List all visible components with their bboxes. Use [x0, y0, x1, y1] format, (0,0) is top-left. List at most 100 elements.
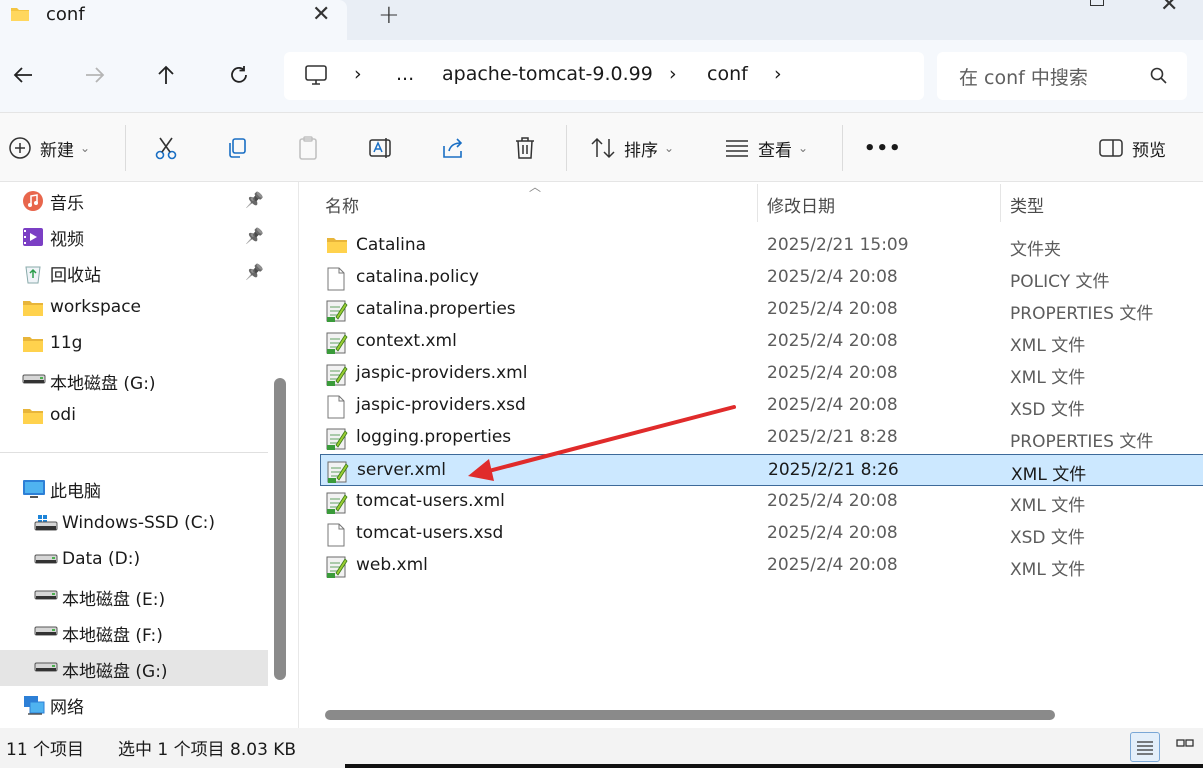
file-name: jaspic-providers.xml [356, 363, 528, 383]
view-button[interactable]: 查看 ⌄ [724, 133, 808, 163]
chevron-down-icon: ⌄ [80, 141, 91, 155]
address-bar[interactable]: › ... apache-tomcat-9.0.99 › conf › [284, 52, 924, 100]
sidebar-item-quick-access[interactable]: 回收站 📌 [0, 254, 268, 290]
sidebar-item-this-pc[interactable]: 此电脑 [0, 470, 268, 506]
tab-conf[interactable]: conf ✕ [0, 0, 347, 40]
sidebar-item-quick-access[interactable]: workspace [0, 290, 268, 326]
column-header-name[interactable]: 名称 [325, 192, 359, 217]
back-button[interactable] [8, 60, 38, 90]
arrow-right-icon [86, 67, 105, 83]
share-icon [443, 138, 463, 158]
new-button[interactable]: 新建 ⌄ [8, 133, 90, 163]
pane-divider[interactable] [298, 182, 299, 728]
rename-button[interactable] [368, 133, 394, 163]
sidebar-scrollbar[interactable] [274, 378, 286, 680]
chevron-right-icon[interactable]: › [669, 63, 677, 85]
column-header-type[interactable]: 类型 [1010, 192, 1044, 217]
sort-button[interactable]: 排序 ⌄ [590, 133, 674, 163]
notepad-file-icon [326, 299, 348, 322]
cut-button[interactable] [153, 133, 179, 163]
video-icon [22, 226, 44, 248]
sidebar-item-drive[interactable]: 本地磁盘 (G:) [0, 650, 268, 686]
tiles-view-button[interactable] [1170, 732, 1200, 762]
sidebar-item-drive[interactable]: 本地磁盘 (F:) [0, 614, 268, 650]
sidebar-item-label: 本地磁盘 (G:) [50, 374, 156, 394]
file-name: web.xml [356, 555, 428, 575]
file-row[interactable]: jaspic-providers.xml 2025/2/4 20:08 XML 文件 [320, 358, 1203, 390]
file-row[interactable]: logging.properties 2025/2/21 8:28 PROPERTI… [320, 422, 1203, 454]
search-placeholder: 在 conf 中搜索 [959, 67, 1088, 89]
scissors-icon [155, 137, 177, 160]
background-window-edge [345, 764, 1203, 768]
horizontal-scrollbar[interactable] [325, 710, 1055, 720]
sidebar-item-label: Windows-SSD (C:) [62, 513, 215, 533]
breadcrumb-overflow[interactable]: ... [396, 63, 414, 85]
pin-icon[interactable]: 📌 [245, 191, 264, 209]
file-modified: 2025/2/4 20:08 [767, 299, 898, 319]
file-explorer-window: conf ✕ + ✕ › ... apache-tomcat-9.0.99 › … [0, 0, 1203, 768]
new-tab-button[interactable]: + [378, 0, 400, 30]
plus-circle-icon [9, 137, 31, 159]
file-row[interactable]: web.xml 2025/2/4 20:08 XML 文件 [320, 550, 1203, 582]
file-modified: 2025/2/21 8:26 [768, 460, 899, 480]
sidebar-item-drive[interactable]: 本地磁盘 (E:) [0, 578, 268, 614]
copy-icon [229, 138, 246, 158]
sidebar-item-network[interactable]: 网络 [0, 686, 268, 722]
breadcrumb-apache-tomcat[interactable]: apache-tomcat-9.0.99 [442, 63, 653, 85]
sidebar-item-quick-access[interactable]: 视频 📌 [0, 218, 268, 254]
computer-icon [305, 65, 327, 85]
sort-label: 排序 [624, 140, 658, 161]
details-view-button[interactable] [1130, 732, 1160, 762]
sidebar-item-label: 回收站 [50, 266, 101, 286]
breadcrumb-conf[interactable]: conf [707, 63, 748, 85]
file-type: XML 文件 [1011, 465, 1087, 485]
close-window-button[interactable]: ✕ [1160, 0, 1178, 17]
column-divider[interactable] [757, 184, 758, 222]
chevron-right-icon[interactable]: › [354, 63, 362, 85]
sidebar-divider [0, 452, 268, 453]
file-modified: 2025/2/4 20:08 [767, 555, 898, 575]
search-input[interactable]: 在 conf 中搜索 [937, 52, 1187, 100]
column-divider[interactable] [1000, 184, 1001, 222]
file-row[interactable]: server.xml 2025/2/21 8:26 XML 文件 [320, 454, 1203, 486]
file-row[interactable]: Catalina 2025/2/21 15:09 文件夹 [320, 230, 1203, 262]
sidebar-item-drive[interactable]: Windows-SSD (C:) [0, 506, 268, 542]
more-options-button[interactable]: ••• [864, 133, 902, 163]
file-modified: 2025/2/21 8:28 [767, 427, 898, 447]
forward-button[interactable] [80, 60, 110, 90]
file-type: XSD 文件 [1010, 400, 1085, 420]
clipboard-icon [299, 136, 317, 160]
pin-icon[interactable]: 📌 [245, 227, 264, 245]
share-button[interactable] [441, 133, 467, 163]
file-row[interactable]: context.xml 2025/2/4 20:08 XML 文件 [320, 326, 1203, 358]
sidebar-item-quick-access[interactable]: 音乐 📌 [0, 182, 268, 218]
file-type: PROPERTIES 文件 [1010, 432, 1154, 452]
paste-button[interactable] [297, 133, 321, 163]
close-tab-button[interactable]: ✕ [312, 2, 330, 27]
notepad-file-icon [326, 427, 348, 450]
file-row[interactable]: catalina.properties 2025/2/4 20:08 PROPERT… [320, 294, 1203, 326]
refresh-button[interactable] [224, 60, 254, 90]
file-row[interactable]: catalina.policy 2025/2/4 20:08 POLICY 文件 [320, 262, 1203, 294]
pin-icon[interactable]: 📌 [245, 263, 264, 281]
up-button[interactable] [151, 60, 181, 90]
file-row[interactable]: jaspic-providers.xsd 2025/2/4 20:08 XSD 文件 [320, 390, 1203, 422]
sidebar-item-quick-access[interactable]: 11g [0, 326, 268, 362]
file-row[interactable]: tomcat-users.xsd 2025/2/4 20:08 XSD 文件 [320, 518, 1203, 550]
sidebar-item-quick-access[interactable]: odi [0, 398, 268, 434]
sidebar-item-drive[interactable]: Data (D:) [0, 542, 268, 578]
tab-bar: conf ✕ + ✕ [0, 0, 1203, 40]
preview-label: 预览 [1132, 140, 1166, 161]
delete-button[interactable] [513, 133, 537, 163]
maximize-button[interactable] [1090, 0, 1104, 6]
preview-pane-button[interactable]: 预览 [1098, 133, 1166, 163]
sidebar-item-label: 视频 [50, 230, 84, 250]
copy-button[interactable] [225, 133, 249, 163]
column-header-modified[interactable]: 修改日期 [767, 192, 835, 217]
chevron-right-icon[interactable]: › [774, 63, 782, 85]
drive-icon [34, 658, 58, 680]
file-row[interactable]: tomcat-users.xml 2025/2/4 20:08 XML 文件 [320, 486, 1203, 518]
selection-info: 选中 1 个项目 8.03 KB [118, 740, 297, 760]
refresh-icon [231, 66, 247, 83]
sidebar-item-quick-access[interactable]: 本地磁盘 (G:) [0, 362, 268, 398]
